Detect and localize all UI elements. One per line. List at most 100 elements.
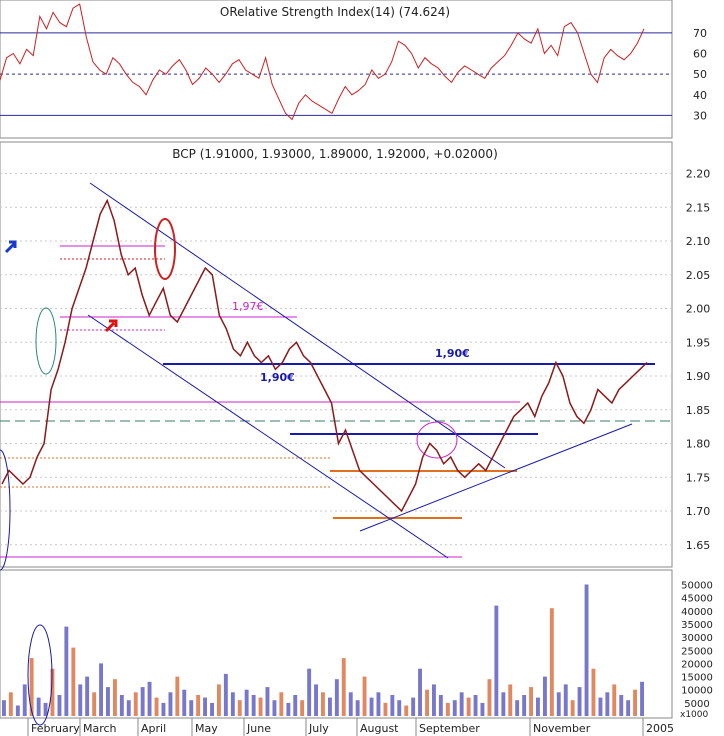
rsi-tick-label: 30: [693, 109, 707, 122]
volume-bar: [418, 668, 422, 716]
price-tick-label: 1.90: [686, 370, 711, 383]
volume-tick-label: 5000: [684, 699, 709, 710]
volume-tick-label: 15000: [681, 673, 713, 684]
volume-bar: [92, 692, 97, 716]
volume-bar: [168, 692, 173, 716]
x-axis-labels: February March April May June July August Septe…: [27, 718, 674, 736]
volume-bar: [140, 687, 145, 716]
volume-bar: [612, 684, 617, 716]
x-axis-label: September: [419, 722, 480, 735]
volume-bar: [633, 689, 637, 716]
volume-bar: [258, 697, 263, 716]
volume-bar: [126, 700, 131, 716]
volume-bar: [598, 697, 603, 716]
volume-bar: [237, 700, 242, 716]
volume-bar: [563, 684, 568, 716]
volume-bar: [64, 626, 69, 716]
volume-bar: [328, 697, 332, 716]
volume-bar: [591, 668, 596, 716]
x-axis-label: 2005: [646, 722, 674, 735]
price-tick-label: 2.15: [686, 201, 711, 214]
volume-tick-label: 30000: [681, 633, 713, 644]
price-tick-label: 2.05: [686, 269, 711, 282]
volume-bar: [244, 689, 249, 716]
volume-bar: [605, 692, 610, 716]
x-axis-label: June: [246, 722, 271, 735]
volume-bar: [300, 700, 305, 716]
volume-bar: [36, 697, 41, 716]
volume-bar: [383, 702, 388, 716]
volume-bar: [307, 668, 312, 716]
volume-bar: [293, 695, 298, 716]
price-title: BCP (1.91000, 1.93000, 1.89000, 1.92000,…: [172, 147, 498, 161]
volume-bar: [640, 681, 644, 716]
rsi-tick-label: 70: [693, 27, 707, 40]
price-tick-labels: 1.65 1.70 1.75 1.80 1.85 1.90 1.95 2.00 2.05 2.10…: [686, 168, 711, 552]
volume-bar: [487, 679, 492, 716]
x-axis-label: July: [308, 722, 329, 735]
volume-bar: [334, 679, 339, 716]
volume-bar: [355, 700, 360, 716]
volume-bar: [438, 695, 443, 716]
x-axis-label: May: [195, 722, 218, 735]
volume-bar: [515, 700, 520, 716]
volume-tick-label: 40000: [681, 607, 713, 618]
x-axis-label: November: [533, 722, 591, 735]
price-tick-label: 1.95: [686, 336, 711, 349]
price-tick-label: 1.75: [686, 471, 711, 484]
volume-bar: [210, 702, 214, 716]
annotation-190-right: 1,90€: [435, 347, 470, 360]
annotation-190-left: 1,90€: [260, 371, 295, 384]
volume-bar: [99, 663, 103, 716]
volume-bar: [543, 676, 547, 716]
volume-bar: [154, 697, 159, 716]
rsi-tick-label: 40: [693, 89, 707, 102]
volume-tick-labels: 5000 10000 15000 20000 25000 30000 35000 40000 4…: [681, 581, 713, 710]
volume-bar: [223, 673, 228, 716]
volume-bar: [425, 689, 429, 716]
volume-bar: [411, 697, 416, 716]
volume-bar: [473, 695, 478, 716]
volume-unit-label: x1000: [680, 710, 709, 720]
volume-bar: [536, 697, 540, 716]
volume-tick-label: 20000: [681, 659, 713, 670]
volume-bar: [445, 702, 450, 716]
rsi-title: ORelative Strength Index(14) (74.624): [220, 5, 450, 19]
volume-bar: [529, 687, 533, 716]
volume-bar: [432, 684, 436, 716]
volume-bar: [466, 697, 471, 716]
volume-bar: [376, 692, 381, 716]
price-tick-label: 1.85: [686, 404, 711, 417]
volume-bar: [397, 700, 402, 716]
volume-tick-label: 45000: [681, 594, 713, 605]
volume-bar: [203, 697, 207, 716]
volume-bar: [341, 658, 346, 716]
volume-bar: [348, 692, 353, 716]
volume-bar: [175, 676, 180, 716]
volume-tick-label: 50000: [681, 581, 713, 592]
rsi-tick-label: 60: [693, 48, 707, 61]
volume-bar: [584, 584, 589, 716]
volume-bar: [106, 687, 110, 716]
annotation-197: 1,97€: [232, 300, 264, 313]
volume-bar: [119, 695, 124, 716]
volume-bar: [85, 676, 90, 716]
volume-bar: [501, 692, 506, 716]
stock-chart: 30 40 50 60 70 ORelative Strength Index(14) …: [0, 0, 713, 736]
x-axis-label: February: [31, 722, 80, 735]
volume-bar: [71, 647, 76, 716]
volume-tick-label: 35000: [681, 620, 713, 631]
rsi-tick-label: 50: [693, 68, 707, 81]
volume-bar: [279, 692, 284, 716]
volume-bar: [480, 702, 485, 716]
volume-bar: [57, 695, 62, 716]
volume-bar: [8, 692, 13, 716]
price-tick-label: 2.10: [686, 235, 711, 248]
volume-bar: [508, 684, 513, 716]
volume-bar: [390, 695, 395, 716]
volume-bar: [265, 687, 270, 716]
volume-bar: [15, 705, 20, 716]
x-axis-label: August: [360, 722, 399, 735]
rsi-tick-labels: 30 40 50 60 70: [693, 27, 707, 122]
volume-bar: [161, 702, 166, 716]
